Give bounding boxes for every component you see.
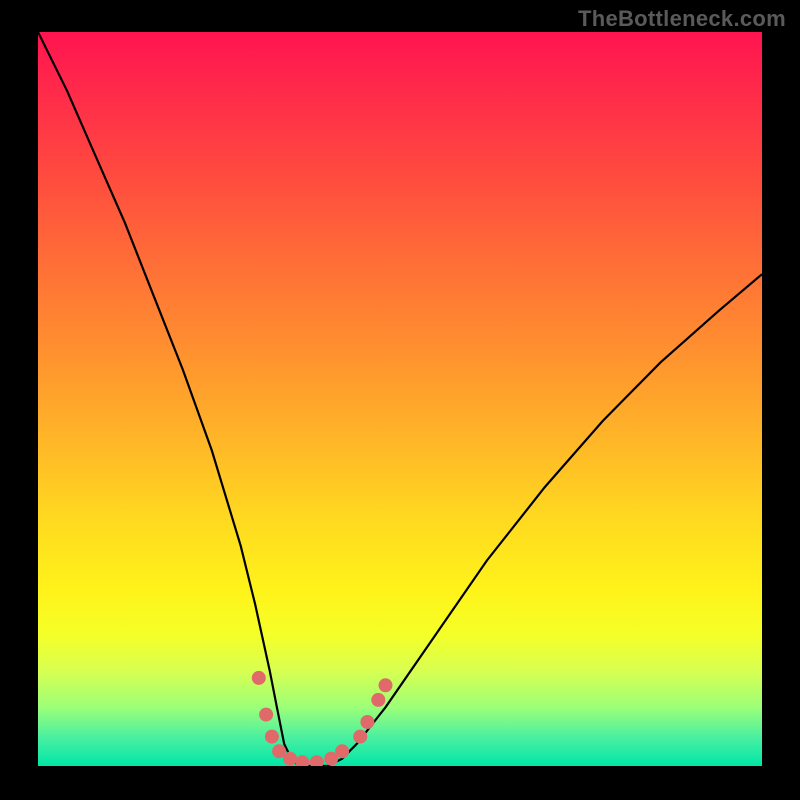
chart-plot-area xyxy=(38,32,762,766)
curve-marker xyxy=(310,755,324,766)
curve-marker xyxy=(379,678,393,692)
chart-svg xyxy=(38,32,762,766)
curve-marker xyxy=(335,744,349,758)
watermark-text: TheBottleneck.com xyxy=(578,6,786,32)
curve-marker xyxy=(295,755,309,766)
curve-marker xyxy=(283,752,297,766)
curve-marker xyxy=(265,730,279,744)
curve-marker xyxy=(360,715,374,729)
curve-marker xyxy=(353,730,367,744)
curve-marker xyxy=(371,693,385,707)
bottleneck-curve-line xyxy=(38,32,762,766)
curve-marker xyxy=(259,708,273,722)
curve-marker xyxy=(252,671,266,685)
